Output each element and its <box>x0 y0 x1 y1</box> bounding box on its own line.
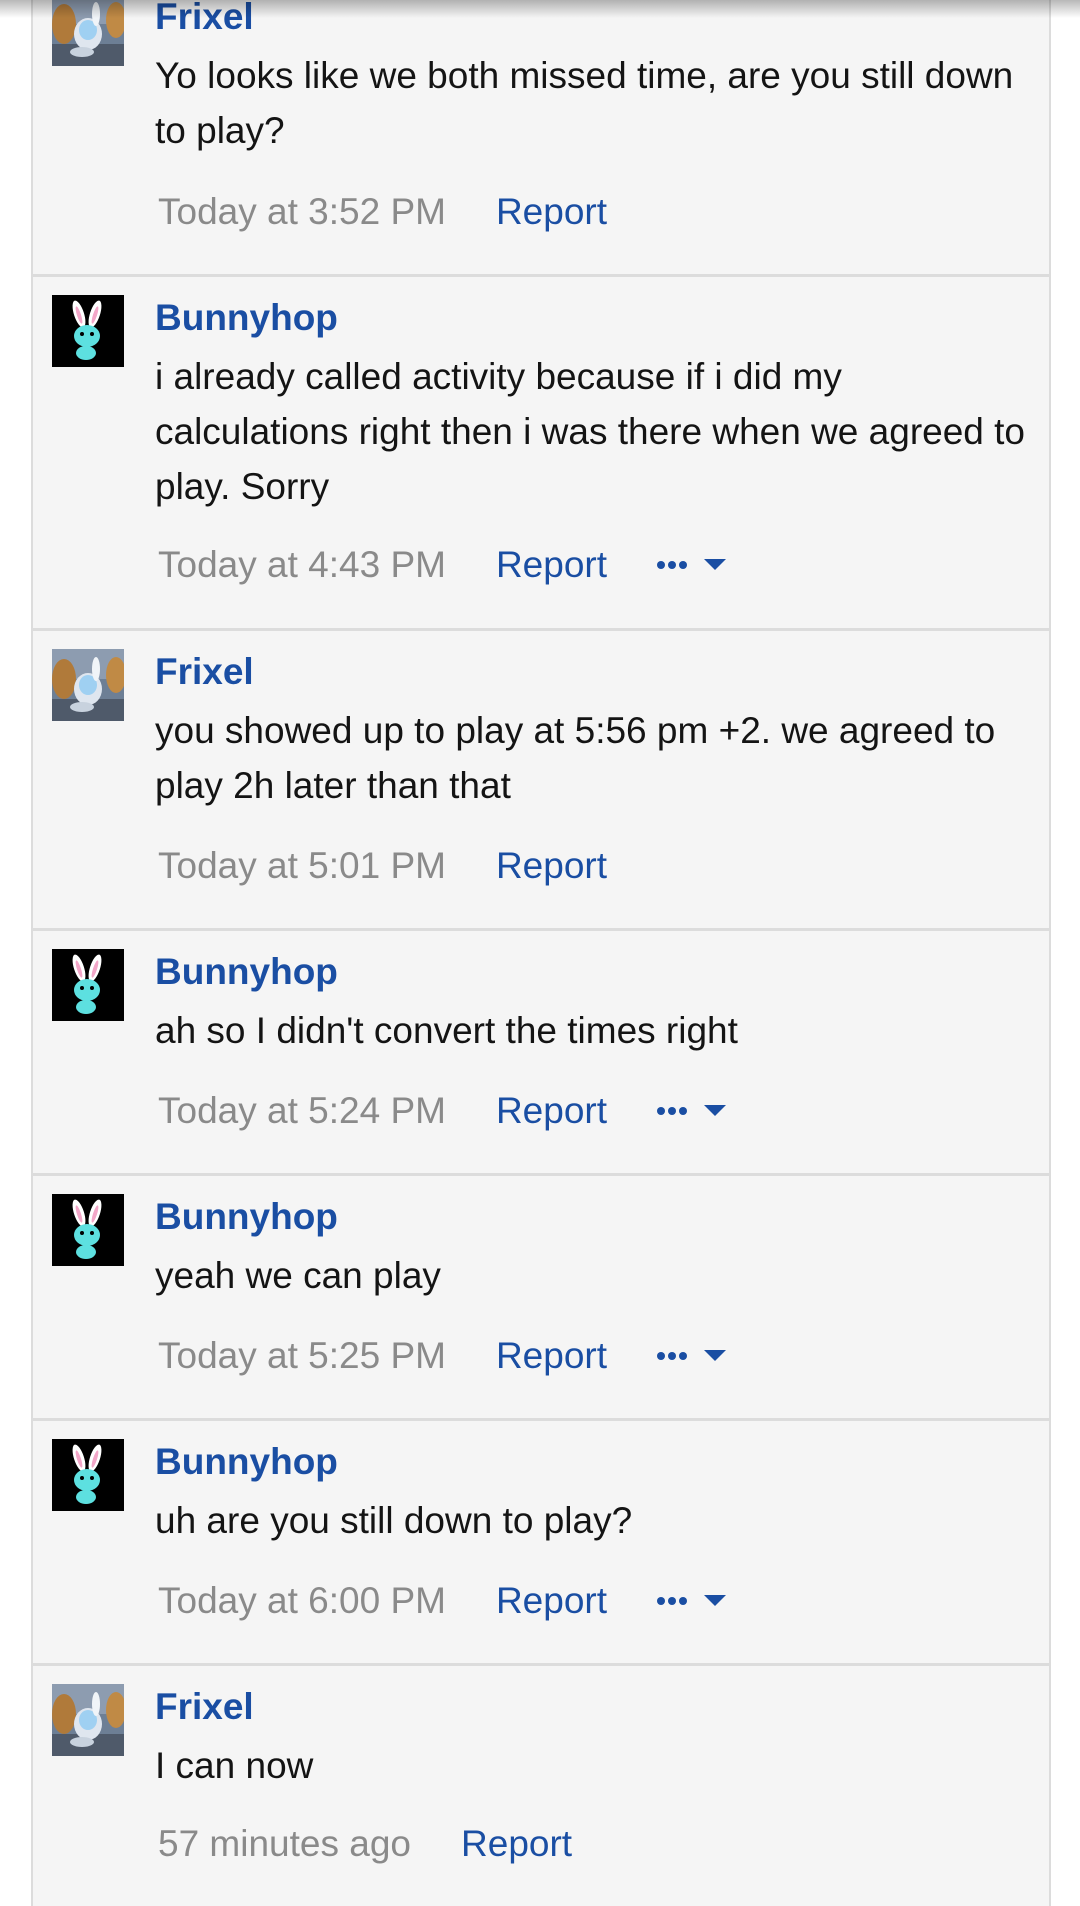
message-text: Yo looks like we both missed time, are y… <box>155 55 1014 151</box>
report-link[interactable]: Report <box>496 1090 607 1132</box>
message-item: Frixel I can now 57 minutes ago Report <box>33 1666 1049 1906</box>
frixel-avatar[interactable] <box>52 0 124 66</box>
message-text: you showed up to play at 5:56 pm +2. we … <box>155 710 996 806</box>
report-link[interactable]: Report <box>496 191 607 233</box>
frixel-avatar-image <box>52 0 124 66</box>
message-meta: Today at 5:24 PM Report <box>158 1088 729 1134</box>
report-link[interactable]: Report <box>461 1823 572 1865</box>
more-actions-glyph <box>657 559 727 570</box>
message-item: Bunnyhop uh are you still down to play? … <box>33 1421 1049 1666</box>
message-meta: Today at 4:43 PM Report <box>158 542 729 588</box>
bunnyhop-avatar-image <box>52 1439 124 1511</box>
report-link[interactable]: Report <box>496 845 607 887</box>
bunnyhop-avatar[interactable] <box>52 1194 124 1266</box>
more-actions-icon[interactable] <box>657 1589 729 1613</box>
report-link[interactable]: Report <box>496 1335 607 1377</box>
more-actions-glyph <box>657 1350 727 1361</box>
author-name[interactable]: Bunnyhop <box>155 1441 338 1483</box>
message-meta: Today at 6:00 PM Report <box>158 1578 729 1624</box>
message-meta: Today at 3:52 PM Report <box>158 189 657 235</box>
message-text: ah so I didn't convert the times right <box>155 1010 738 1051</box>
report-link[interactable]: Report <box>496 544 607 586</box>
author-name[interactable]: Frixel <box>155 0 254 38</box>
conversation-viewport: Frixel Yo looks like we both missed time… <box>0 0 1080 1906</box>
bunnyhop-avatar[interactable] <box>52 1439 124 1511</box>
message-item: Bunnyhop yeah we can play Today at 5:25 … <box>33 1176 1049 1421</box>
author-name[interactable]: Bunnyhop <box>155 951 338 993</box>
message-timestamp[interactable]: Today at 3:52 PM <box>158 191 446 233</box>
bunnyhop-avatar-image <box>52 949 124 1021</box>
message-timestamp[interactable]: Today at 6:00 PM <box>158 1580 446 1622</box>
message-timestamp[interactable]: Today at 5:25 PM <box>158 1335 446 1377</box>
message-item: Bunnyhop ah so I didn't convert the time… <box>33 931 1049 1176</box>
message-timestamp[interactable]: Today at 5:01 PM <box>158 845 446 887</box>
message-meta: Today at 5:01 PM Report <box>158 843 657 889</box>
author-name[interactable]: Frixel <box>155 651 254 693</box>
message-text: i already called activity because if i d… <box>155 356 1026 507</box>
more-actions-glyph <box>657 1105 727 1116</box>
message-timestamp[interactable]: Today at 5:24 PM <box>158 1090 446 1132</box>
message-text: yeah we can play <box>155 1255 441 1296</box>
message-thread: Frixel Yo looks like we both missed time… <box>31 0 1051 1906</box>
more-actions-glyph <box>657 1595 727 1606</box>
bunnyhop-avatar-image <box>52 1194 124 1266</box>
bunnyhop-avatar[interactable] <box>52 949 124 1021</box>
more-actions-icon[interactable] <box>657 1344 729 1368</box>
message-meta: Today at 5:25 PM Report <box>158 1333 729 1379</box>
author-name[interactable]: Bunnyhop <box>155 1196 338 1238</box>
message-meta: 57 minutes ago Report <box>158 1821 622 1867</box>
message-item: Frixel Yo looks like we both missed time… <box>33 0 1049 277</box>
report-link[interactable]: Report <box>496 1580 607 1622</box>
frixel-avatar-image <box>52 1684 124 1756</box>
message-item: Frixel you showed up to play at 5:56 pm … <box>33 631 1049 931</box>
author-name[interactable]: Bunnyhop <box>155 297 338 339</box>
message-timestamp[interactable]: 57 minutes ago <box>158 1823 411 1865</box>
message-item: Bunnyhop i already called activity becau… <box>33 277 1049 631</box>
message-text: I can now <box>155 1745 314 1786</box>
author-name[interactable]: Frixel <box>155 1686 254 1728</box>
frixel-avatar[interactable] <box>52 649 124 721</box>
message-text: uh are you still down to play? <box>155 1500 633 1541</box>
bunnyhop-avatar[interactable] <box>52 295 124 367</box>
bunnyhop-avatar-image <box>52 295 124 367</box>
more-actions-icon[interactable] <box>657 1099 729 1123</box>
message-timestamp[interactable]: Today at 4:43 PM <box>158 544 446 586</box>
frixel-avatar-image <box>52 649 124 721</box>
frixel-avatar[interactable] <box>52 1684 124 1756</box>
more-actions-icon[interactable] <box>657 553 729 577</box>
